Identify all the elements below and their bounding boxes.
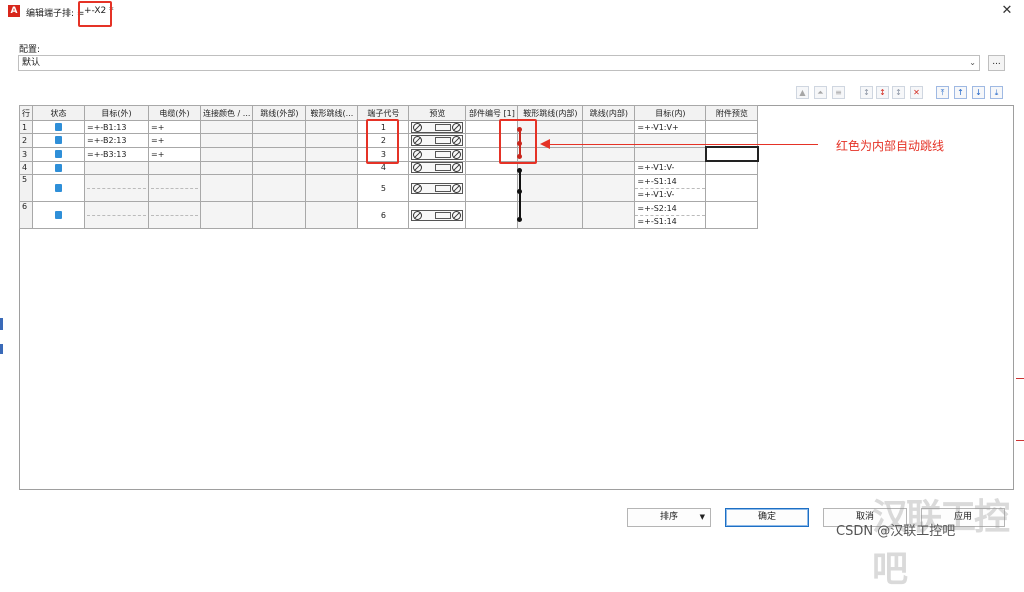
move-up-blue-icon[interactable]: ↑: [954, 86, 967, 99]
terminal-preview-icon: [411, 134, 464, 146]
row-index: 5: [19, 174, 33, 202]
annotation-text: 红色为内部自动跳线: [836, 139, 945, 153]
status-icon: [55, 163, 62, 172]
move-up-gray-icon[interactable]: ▲: [796, 86, 809, 99]
row-index: 3: [19, 146, 33, 162]
move-first-blue-icon[interactable]: ⤒: [936, 86, 949, 99]
col-target-out[interactable]: 目标(外): [84, 105, 149, 121]
col-conn-color[interactable]: 连接颜色 / ...: [199, 105, 254, 121]
terminal-preview-icon: [411, 148, 464, 160]
col-saddle-jumper-ext[interactable]: 鞍形跳线(...: [305, 105, 359, 121]
split-jumper-icon[interactable]: ↕: [892, 86, 905, 99]
config-more-button[interactable]: ...: [988, 55, 1005, 71]
col-jumper-internal[interactable]: 跳线(内部): [582, 105, 636, 121]
table-row[interactable]: 5 5 =+-S1:14 =+-V1:V-: [19, 174, 759, 202]
edge-mark: [0, 318, 3, 330]
align-gray-icon[interactable]: ≡: [832, 86, 845, 99]
cable-out-cell[interactable]: =+: [148, 133, 201, 148]
annotation-arrow-line: [548, 144, 818, 145]
internal-jumper-black-line: [519, 170, 521, 220]
cable-out-cell[interactable]: =+: [148, 120, 201, 134]
target-out-cell[interactable]: =+-B1:13: [84, 120, 149, 134]
status-icon: [55, 184, 62, 192]
terminal-preview-icon: [411, 162, 464, 174]
target-in-cell[interactable]: =+-V1:V+: [634, 120, 707, 134]
col-accessory-preview[interactable]: 附件预览: [705, 105, 759, 121]
cable-out-cell[interactable]: =+: [148, 146, 201, 162]
target-in-cell[interactable]: [634, 146, 707, 162]
col-cable-out[interactable]: 电缆(外): [148, 105, 201, 121]
terminal-preview-icon: [411, 182, 464, 194]
status-icon: [55, 123, 62, 131]
target-in-cell-2[interactable]: =+-S1:14: [635, 215, 705, 228]
target-in-cell[interactable]: =+-S2:14: [636, 203, 705, 216]
jumper-dot: [517, 217, 522, 222]
config-label: 配置:: [19, 45, 41, 55]
target-in-cell-2[interactable]: =+-V1:V-: [635, 188, 705, 201]
target-out-cell[interactable]: =+-B2:13: [84, 133, 149, 148]
sort-button[interactable]: 排序 ▼: [627, 508, 711, 527]
selected-cell[interactable]: [704, 146, 759, 162]
close-button[interactable]: ✕: [998, 3, 1016, 19]
move-top-gray-icon[interactable]: ⏶: [814, 86, 827, 99]
move-down-blue-icon[interactable]: ↓: [972, 86, 985, 99]
watermark-logo: 汉联工控吧: [872, 497, 1010, 590]
title-bar: A 编辑端子排: = +-X2 * ✕: [0, 0, 1024, 27]
delete-jumper-red-icon[interactable]: ✕: [910, 86, 923, 99]
jumper-dot: [517, 168, 522, 173]
annotation-arrow-head: [540, 139, 550, 149]
col-preview[interactable]: 预览: [408, 105, 467, 121]
terminal-preview-icon: [411, 121, 464, 133]
terminal-preview-icon: [411, 209, 464, 221]
row-index: 6: [19, 201, 33, 229]
terminal-highlight-box: [366, 119, 399, 164]
col-jumper-external[interactable]: 跳线(外部): [252, 105, 307, 121]
watermark-text: CSDN @汉联工控吧: [836, 524, 956, 539]
edge-mark: [0, 344, 3, 354]
col-row[interactable]: 行: [19, 105, 33, 121]
target-out-cell[interactable]: =+-B3:13: [84, 146, 149, 162]
terminal-cell[interactable]: 6: [357, 201, 410, 229]
config-value: 默认: [22, 58, 41, 68]
cable-out-cell[interactable]: [148, 160, 201, 175]
table-row[interactable]: 6 6 =+-S2:14 =+-S1:14: [19, 201, 759, 229]
move-last-blue-icon[interactable]: ⤓: [990, 86, 1003, 99]
ok-button[interactable]: 确定: [725, 508, 809, 527]
row-index: 4: [19, 160, 33, 175]
row-index: 1: [19, 120, 33, 134]
target-out-cell[interactable]: [84, 160, 149, 175]
status-icon: [55, 136, 62, 145]
add-jumper-red-icon[interactable]: ↕: [876, 86, 889, 99]
config-select[interactable]: 默认 ⌄: [18, 55, 980, 71]
terminal-cell[interactable]: 5: [357, 174, 410, 202]
jumper-highlight-box: [499, 119, 537, 164]
edge-mark: [1016, 440, 1024, 441]
status-icon: [55, 211, 62, 219]
insert-jumper-icon[interactable]: ↕: [860, 86, 873, 99]
target-in-cell[interactable]: =+-V1:V-: [634, 160, 707, 175]
app-logo-icon: A: [8, 5, 20, 17]
dropdown-arrow-icon: ▼: [699, 513, 705, 521]
jumper-dot: [517, 189, 522, 194]
status-icon: [55, 150, 62, 158]
edge-mark: [1016, 378, 1024, 379]
window-title: 编辑端子排: =: [26, 9, 85, 19]
title-highlight-box: [78, 1, 112, 27]
col-status[interactable]: 状态: [32, 105, 85, 121]
row-index: 2: [19, 133, 33, 148]
chevron-down-icon: ⌄: [969, 58, 976, 67]
target-in-cell[interactable]: =+-S1:14: [636, 176, 705, 189]
col-target-in[interactable]: 目标(内): [634, 105, 707, 121]
